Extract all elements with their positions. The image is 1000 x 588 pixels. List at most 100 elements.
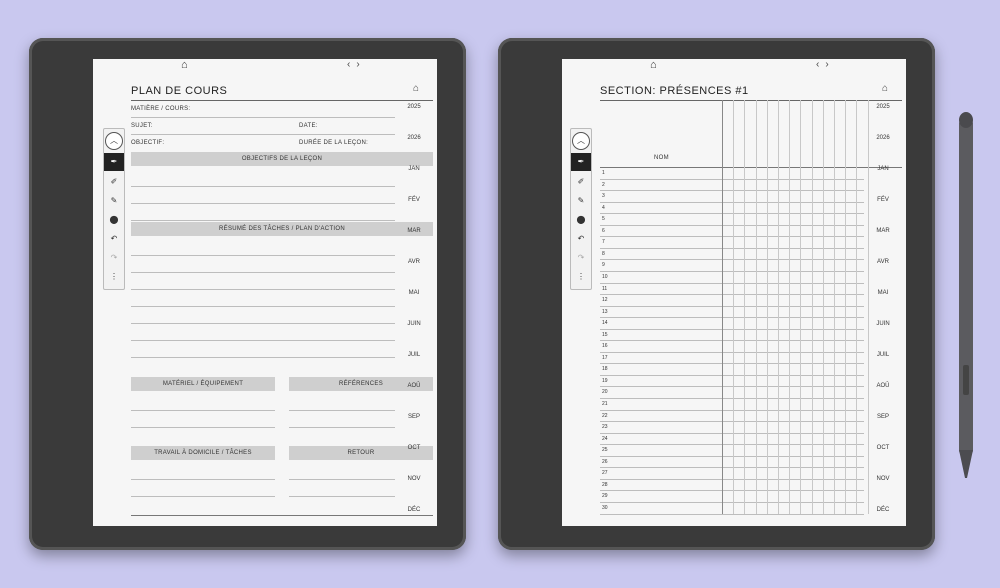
rule: [289, 410, 395, 411]
side-index-juin[interactable]: JUIN: [866, 321, 900, 327]
next-page-icon[interactable]: ›: [356, 59, 365, 70]
table-row[interactable]: [600, 178, 864, 180]
side-index-juil[interactable]: JUIL: [397, 352, 431, 358]
rule: [289, 479, 395, 480]
table-row[interactable]: [600, 409, 864, 411]
row-number: 19: [602, 377, 608, 384]
row-number: 27: [602, 470, 608, 477]
grid-column-line: [744, 100, 746, 514]
table-row[interactable]: [600, 455, 864, 457]
side-index-oct[interactable]: OCT: [866, 445, 900, 451]
side-index-2025[interactable]: 2025: [866, 104, 900, 110]
table-row[interactable]: [600, 282, 864, 284]
table-row[interactable]: [600, 259, 864, 261]
side-index-sep[interactable]: SEP: [866, 414, 900, 420]
side-index-2026[interactable]: 2026: [397, 135, 431, 141]
side-index-jan[interactable]: JAN: [866, 166, 900, 172]
rule: [131, 134, 395, 135]
side-index-juil[interactable]: JUIL: [866, 352, 900, 358]
toolbar-collapse-button[interactable]: ︿: [572, 132, 590, 150]
highlighter-tool-icon[interactable]: ✐: [104, 173, 124, 191]
table-row[interactable]: [600, 247, 864, 249]
table-row[interactable]: [600, 213, 864, 215]
side-index-dec[interactable]: DÉC: [397, 507, 431, 513]
table-row[interactable]: [600, 236, 864, 238]
table-row[interactable]: [600, 340, 864, 342]
table-row[interactable]: [600, 386, 864, 388]
pen-tool-icon[interactable]: ✒: [104, 153, 124, 171]
side-index-fev[interactable]: FÉV: [397, 197, 431, 203]
next-page-icon[interactable]: ›: [825, 59, 834, 70]
highlighter-tool-icon[interactable]: ✐: [571, 173, 591, 191]
side-index-oct[interactable]: OCT: [397, 445, 431, 451]
redo-icon[interactable]: ↷: [104, 249, 124, 267]
more-options-icon[interactable]: ⋮: [571, 268, 591, 286]
sujet-label: SUJET:: [131, 123, 153, 129]
row-number: 18: [602, 366, 608, 373]
table-row[interactable]: [600, 432, 864, 434]
undo-icon[interactable]: ↶: [571, 230, 591, 248]
table-row[interactable]: [600, 444, 864, 446]
table-row[interactable]: [600, 513, 864, 515]
prev-page-icon[interactable]: ‹: [347, 59, 356, 70]
page-home-icon[interactable]: ⌂: [882, 83, 888, 94]
pen-tool-icon[interactable]: ✒: [571, 153, 591, 171]
prev-page-icon[interactable]: ‹: [816, 59, 825, 70]
eraser-tool-icon[interactable]: ✎: [571, 192, 591, 210]
eraser-tool-icon[interactable]: ✎: [104, 192, 124, 210]
side-index-nov[interactable]: NOV: [397, 476, 431, 482]
table-row[interactable]: [600, 270, 864, 272]
table-row[interactable]: [600, 363, 864, 365]
side-index-avr[interactable]: AVR: [866, 259, 900, 265]
redo-icon[interactable]: ↷: [571, 249, 591, 267]
nom-column-header: NOM: [654, 155, 669, 161]
side-index-nov[interactable]: NOV: [866, 476, 900, 482]
table-row[interactable]: [600, 478, 864, 480]
table-row[interactable]: [600, 398, 864, 399]
side-index-dec[interactable]: DÉC: [866, 507, 900, 513]
lasso-tool-icon[interactable]: ⬤: [104, 211, 124, 229]
row-number: 9: [602, 262, 605, 269]
side-index-mar[interactable]: MAR: [866, 228, 900, 234]
table-row[interactable]: [600, 224, 864, 226]
page-nav-arrows[interactable]: ‹›: [347, 59, 366, 70]
home-icon[interactable]: ⌂: [650, 59, 657, 71]
table-row[interactable]: [600, 490, 864, 492]
side-index-jan[interactable]: JAN: [397, 166, 431, 172]
lasso-tool-icon[interactable]: ⬤: [571, 211, 591, 229]
table-row[interactable]: [600, 351, 864, 353]
table-row[interactable]: [600, 317, 864, 319]
undo-icon[interactable]: ↶: [104, 230, 124, 248]
section-header-objectifs: OBJECTIFS DE LA LEÇON: [131, 152, 433, 166]
row-number: 23: [602, 424, 608, 431]
rule: [131, 117, 395, 118]
grid-column-line: [789, 100, 791, 514]
table-row[interactable]: [600, 190, 864, 192]
side-index-2025[interactable]: 2025: [397, 104, 431, 110]
more-options-icon[interactable]: ⋮: [104, 268, 124, 286]
page-nav-arrows[interactable]: ‹›: [816, 59, 835, 70]
home-icon[interactable]: ⌂: [181, 59, 188, 71]
side-index-fev[interactable]: FÉV: [866, 197, 900, 203]
table-row[interactable]: [600, 421, 864, 423]
toolbar-collapse-button[interactable]: ︿: [105, 132, 123, 150]
side-index-aou[interactable]: AOÛ: [397, 383, 431, 389]
page-home-icon[interactable]: ⌂: [413, 83, 419, 94]
side-index-mar[interactable]: MAR: [397, 228, 431, 234]
table-row[interactable]: [600, 305, 864, 307]
side-index-aou[interactable]: AOÛ: [866, 383, 900, 389]
side-index-avr[interactable]: AVR: [397, 259, 431, 265]
table-row[interactable]: [600, 201, 864, 203]
side-index-2026[interactable]: 2026: [866, 135, 900, 141]
table-row[interactable]: [600, 328, 864, 330]
table-row[interactable]: [600, 294, 864, 296]
objectif-label: OBJECTIF:: [131, 140, 165, 146]
side-index-mai[interactable]: MAI: [397, 290, 431, 296]
table-row[interactable]: [600, 467, 864, 469]
screen-lesson-plan: ⌂ ‹› PLAN DE COURS ⌂ MATIÈRE / COURS: SU…: [93, 59, 437, 526]
table-row[interactable]: [600, 501, 864, 503]
table-row[interactable]: [600, 374, 864, 376]
side-index-juin[interactable]: JUIN: [397, 321, 431, 327]
side-index-mai[interactable]: MAI: [866, 290, 900, 296]
side-index-sep[interactable]: SEP: [397, 414, 431, 420]
